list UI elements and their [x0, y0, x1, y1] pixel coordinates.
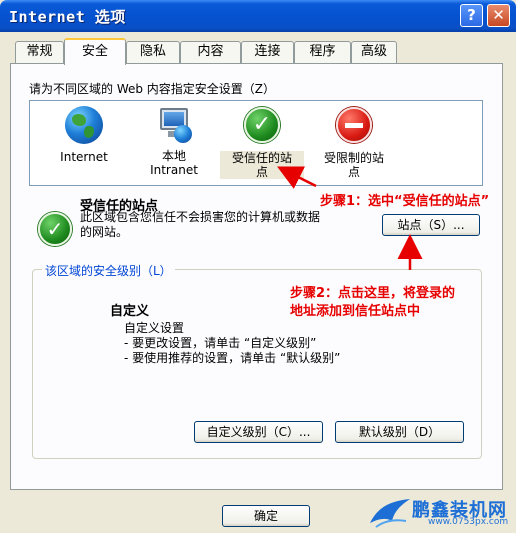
- step2-annotation-line2: 地址添加到信任站点中: [290, 304, 421, 319]
- step1-arrow: [277, 166, 317, 189]
- step2-annotation-line1: 步骤2：点击这里，将登录的: [290, 286, 456, 301]
- annotation-arrows: [277, 166, 423, 270]
- step1-annotation: 步骤1：选中“受信任的站点”: [320, 194, 490, 209]
- watermark-url: www.0753px.com: [428, 517, 509, 527]
- ok-button[interactable]: 确定: [222, 505, 310, 527]
- watermark-bird-icon: [370, 499, 410, 528]
